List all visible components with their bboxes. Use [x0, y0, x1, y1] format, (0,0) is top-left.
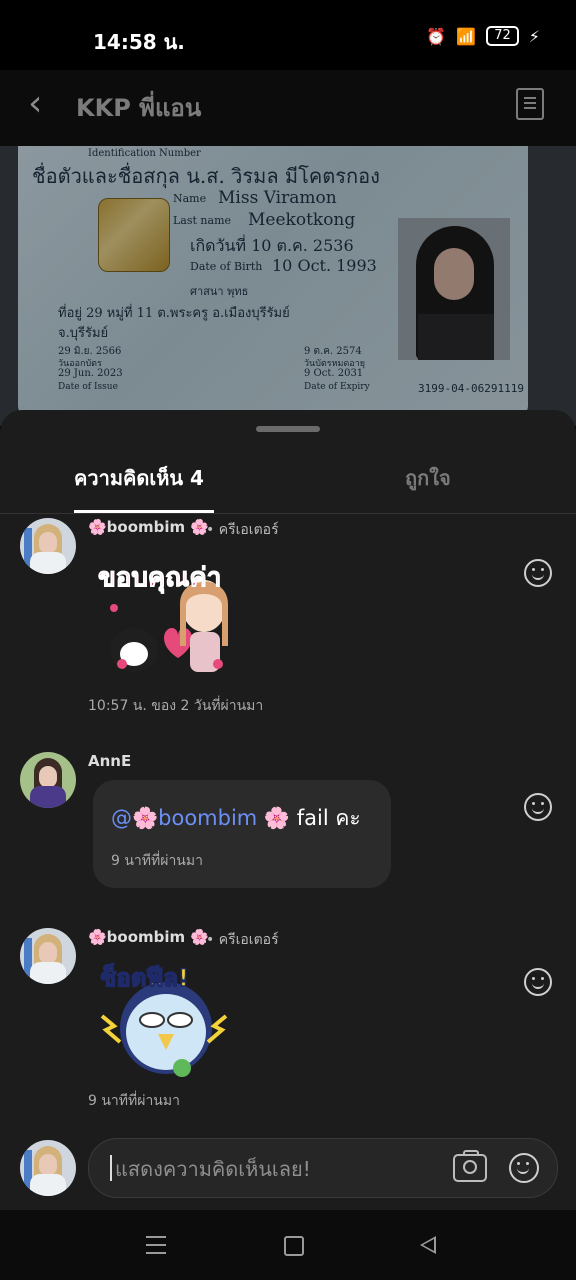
comment-body: fail คะ: [290, 806, 361, 830]
status-bar: 14:58 น. ⏰ 📶 72 ⚡: [0, 0, 576, 70]
system-nav-bar: [0, 1210, 576, 1280]
creator-badge: • ครีเอเตอร์: [206, 522, 279, 538]
post-photo: Identification Number ชื่อตัวและชื่อสกุล…: [0, 146, 576, 426]
comment-input-box[interactable]: [88, 1138, 558, 1199]
creator-badge: • ครีเอเตอร์: [206, 932, 279, 948]
react-smiley-icon[interactable]: [524, 968, 552, 996]
tab-comments[interactable]: ความคิดเห็น 4: [74, 462, 204, 494]
text-caret: [110, 1155, 112, 1181]
page-title: KKP พี่แอน: [76, 94, 202, 122]
emoji-icon[interactable]: [509, 1153, 539, 1183]
tab-likes[interactable]: ถูกใจ: [405, 462, 451, 494]
comments-sheet: ความคิดเห็น 4 ถูกใจ 🌸boombim 🌸 • ครีเอเต…: [0, 410, 576, 1210]
creator-badge-label: ครีเอเตอร์: [218, 932, 279, 948]
react-smiley-icon[interactable]: [524, 793, 552, 821]
chat-header: ‹ KKP พี่แอน: [0, 70, 576, 146]
comment-time: 9 นาทีที่ผ่านมา: [88, 1093, 180, 1109]
comment-username[interactable]: 🌸boombim 🌸: [88, 928, 209, 946]
thank-you-sticker: ขอบคุณค่า: [98, 563, 228, 672]
status-icons: ⏰ 📶 72 ⚡: [426, 26, 540, 46]
wifi-icon: 📶: [456, 26, 477, 46]
mention-link[interactable]: @🌸boombim 🌸: [111, 806, 290, 830]
avatar[interactable]: [20, 752, 76, 808]
comment-input[interactable]: [113, 1139, 437, 1199]
shocked-sticker: ช็อตฟีล!: [99, 962, 228, 1077]
avatar[interactable]: [20, 518, 76, 574]
alarm-icon: ⏰: [426, 26, 447, 46]
back-icon[interactable]: [420, 1236, 436, 1254]
sticker-caption: ขอบคุณค่า: [98, 563, 221, 594]
sticker-caption: ช็อตฟีล!: [100, 963, 189, 992]
sheet-drag-handle[interactable]: [256, 426, 320, 432]
my-avatar: [20, 1140, 76, 1196]
comment-time: 10:57 น. ของ 2 วันที่ผ่านมา: [88, 698, 264, 714]
battery-level: 72: [486, 26, 519, 46]
comment-text: @🌸boombim 🌸 fail คะ: [111, 802, 361, 835]
charging-icon: ⚡: [528, 26, 540, 46]
avatar[interactable]: [20, 928, 76, 984]
back-chevron-icon[interactable]: ‹: [28, 86, 58, 126]
react-smiley-icon[interactable]: [524, 559, 552, 587]
creator-badge-label: ครีเอเตอร์: [218, 522, 279, 538]
status-time: 14:58 น.: [93, 30, 185, 54]
comment-bubble[interactable]: @🌸boombim 🌸 fail คะ 9 นาทีที่ผ่านมา: [93, 780, 391, 888]
document-icon[interactable]: [516, 88, 544, 120]
photo-dim-overlay: [0, 146, 576, 426]
comment-username[interactable]: 🌸boombim 🌸: [88, 518, 209, 536]
comment-time: 9 นาทีที่ผ่านมา: [111, 853, 203, 869]
tabs-divider: [0, 513, 576, 514]
camera-icon[interactable]: [453, 1150, 487, 1182]
recent-apps-icon[interactable]: [146, 1236, 166, 1254]
home-icon[interactable]: [284, 1236, 304, 1256]
comment-username[interactable]: AnnE: [88, 752, 131, 770]
